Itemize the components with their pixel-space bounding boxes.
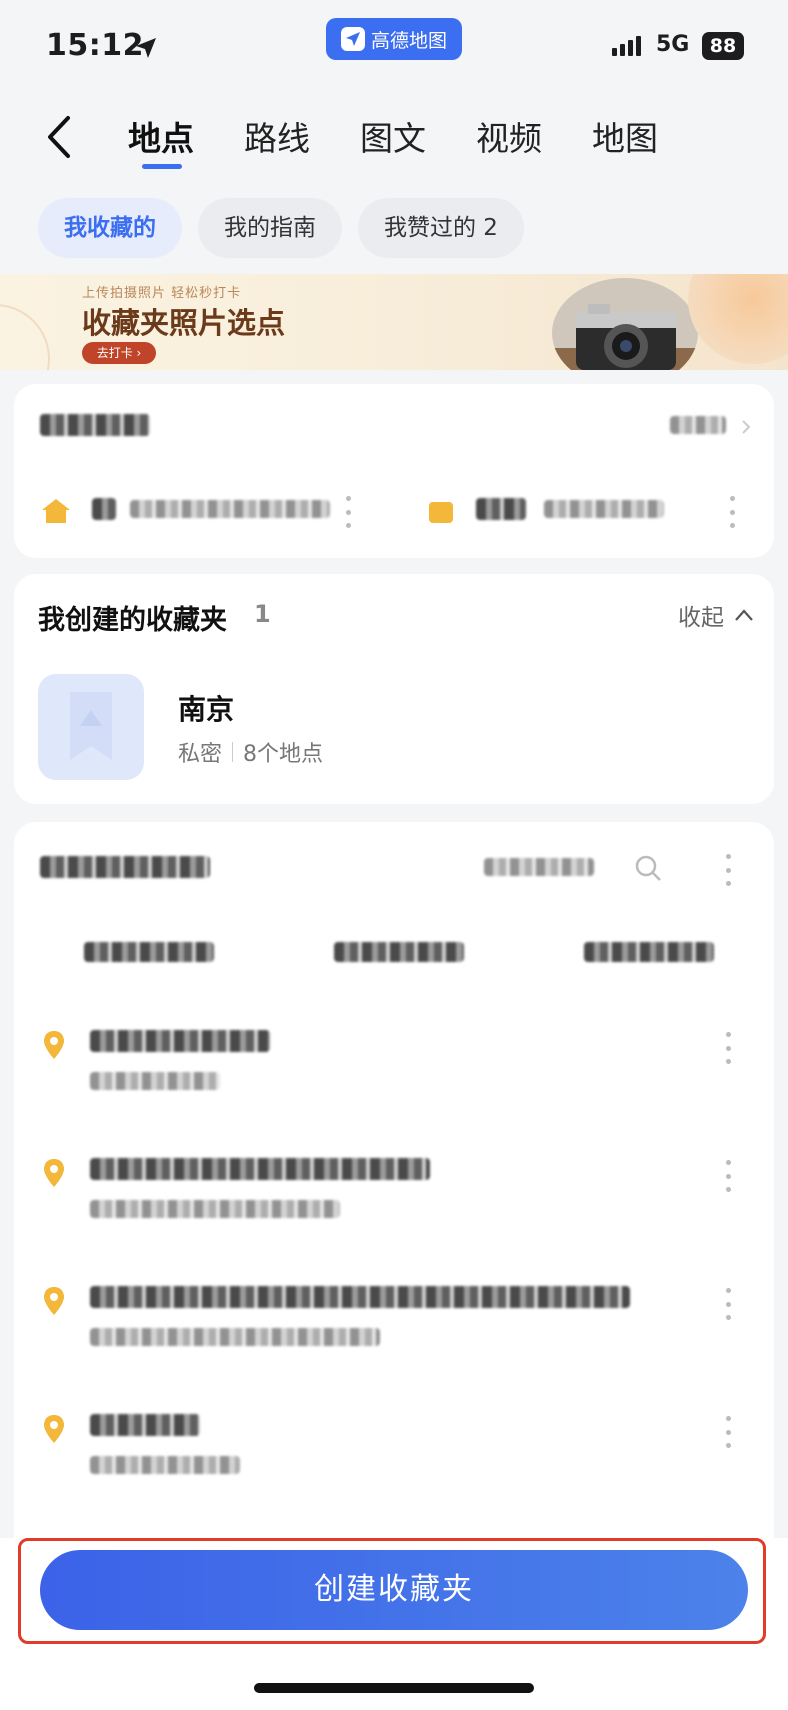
chip-my-guides[interactable]: 我的指南 [198, 198, 342, 258]
folders-count: 1 [254, 600, 271, 628]
company-icon [429, 502, 453, 523]
folder-meta: 私密 8个地点 [178, 736, 323, 768]
list-item[interactable] [14, 1012, 774, 1132]
back-arrow-icon[interactable] [40, 112, 80, 162]
app-indicator-pill[interactable]: 高德地图 [326, 18, 462, 60]
more-icon[interactable] [344, 496, 352, 528]
obscured-text [40, 856, 210, 878]
more-icon[interactable] [724, 854, 732, 886]
search-icon[interactable] [632, 852, 664, 884]
folder-thumbnail[interactable] [38, 674, 144, 780]
tab-places[interactable]: 地点 [128, 112, 244, 172]
folder-privacy: 私密 [178, 742, 223, 767]
home-indicator[interactable] [254, 1683, 534, 1693]
home-icon [42, 499, 70, 523]
chip-liked[interactable]: 我赞过的 2 [358, 198, 524, 258]
home-company-card [14, 384, 774, 558]
obscured-text [92, 498, 116, 520]
obscured-text [40, 414, 150, 436]
obscured-text [544, 500, 664, 518]
obscured-text [90, 1328, 380, 1346]
list-item[interactable] [14, 1140, 774, 1260]
banner-title: 收藏夹照片选点 [82, 306, 286, 340]
more-icon[interactable] [724, 1416, 732, 1448]
obscured-text [484, 858, 594, 876]
status-time: 15:12 [46, 28, 144, 63]
obscured-text [90, 1158, 430, 1180]
favorites-list-card [14, 822, 774, 1542]
tab-routes[interactable]: 路线 [244, 112, 360, 172]
obscured-text [90, 1456, 240, 1474]
location-pin-icon [44, 1159, 64, 1187]
filter-dropdown[interactable] [334, 942, 464, 962]
obscured-text [90, 1286, 630, 1308]
more-icon[interactable] [724, 1032, 732, 1064]
promo-banner[interactable]: 上传拍摄照片 轻松秒打卡 收藏夹照片选点 去打卡 › [0, 274, 788, 370]
obscured-text [476, 498, 526, 520]
chevron-up-icon [735, 609, 753, 621]
location-pin-icon [44, 1031, 64, 1059]
tab-maps[interactable]: 地图 [592, 112, 708, 172]
filter-dropdown[interactable] [84, 942, 214, 962]
collapse-button[interactable]: 收起 [678, 598, 754, 632]
app-name: 高德地图 [370, 29, 447, 52]
obscured-text [90, 1414, 200, 1436]
location-pin-icon [44, 1415, 64, 1443]
filter-dropdown[interactable] [584, 942, 714, 962]
bookmark-icon [70, 692, 112, 760]
list-item[interactable] [14, 1268, 774, 1388]
tab-posts[interactable]: 图文 [360, 112, 476, 172]
obscured-text [90, 1030, 270, 1052]
create-folder-button[interactable]: 创建收藏夹 [40, 1550, 748, 1630]
location-arrow-icon [136, 38, 156, 58]
camera-image [552, 278, 698, 370]
obscured-text [90, 1072, 220, 1090]
amap-logo-icon [340, 27, 365, 51]
tab-videos[interactable]: 视频 [476, 112, 592, 172]
battery-icon: 88 [702, 32, 744, 60]
obscured-text [130, 500, 330, 518]
banner-subtitle: 上传拍摄照片 轻松秒打卡 [82, 286, 242, 301]
banner-decoration [688, 274, 788, 364]
filter-chips: 我收藏的 我的指南 我赞过的 2 [38, 198, 524, 258]
status-bar: 15:12 高德地图 5G 88 [0, 0, 788, 90]
folder-place-count: 8个地点 [243, 742, 324, 767]
divider [232, 742, 234, 762]
obscured-text [90, 1200, 340, 1218]
more-icon[interactable] [728, 496, 736, 528]
collapse-label: 收起 [678, 605, 724, 631]
list-item[interactable] [14, 1396, 774, 1516]
banner-checkin-button[interactable]: 去打卡 › [82, 342, 156, 364]
obscured-text [670, 416, 726, 434]
banner-decoration [0, 304, 50, 370]
chip-my-favorites[interactable]: 我收藏的 [38, 198, 182, 258]
folders-title: 我创建的收藏夹 [38, 605, 227, 636]
more-icon[interactable] [724, 1288, 732, 1320]
location-pin-icon [44, 1287, 64, 1315]
chevron-right-icon[interactable] [740, 418, 752, 436]
network-type: 5G [656, 32, 690, 57]
more-icon[interactable] [724, 1160, 732, 1192]
signal-icon [612, 36, 641, 56]
nav-tabs: 地点 路线 图文 视频 地图 [128, 112, 708, 172]
folder-name[interactable]: 南京 [178, 688, 234, 728]
my-folders-card: 我创建的收藏夹 1 收起 南京 私密 8个地点 [14, 574, 774, 804]
